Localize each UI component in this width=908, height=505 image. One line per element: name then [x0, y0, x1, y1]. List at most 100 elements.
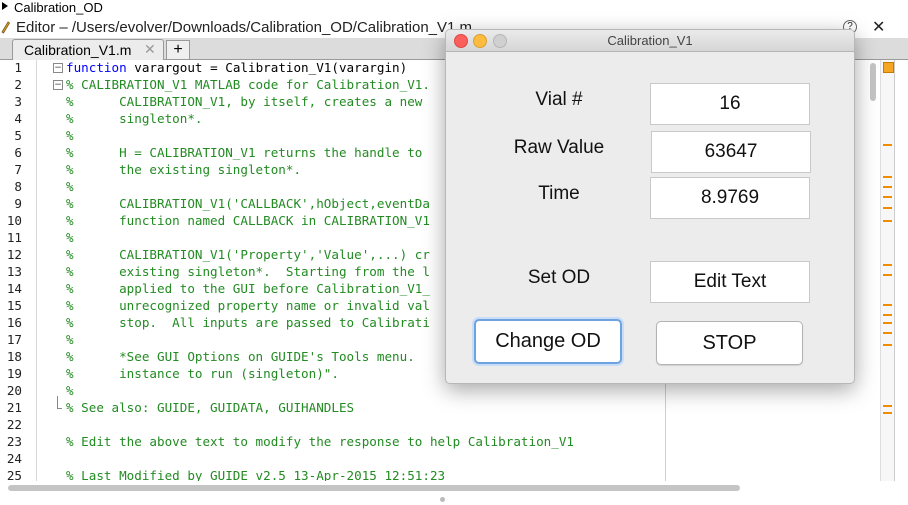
fold-toggle-icon[interactable]: − [53, 63, 63, 73]
line-number: 18 [6, 349, 22, 364]
code-text: % existing singleton*. Starting from the… [66, 264, 430, 279]
set-od-input[interactable]: Edit Text [650, 261, 810, 303]
warning-status-icon[interactable] [883, 62, 894, 73]
warning-marker[interactable] [883, 412, 892, 414]
comment-token: % [66, 179, 74, 194]
calibration-dialog: Calibration_V1 Vial # 16 Raw Value 63647… [445, 29, 855, 384]
code-text: % function named CALLBACK in CALIBRATION… [66, 213, 430, 228]
outer-title-bar: Calibration_OD [0, 0, 908, 16]
comment-token: % CALIBRATION_V1('CALLBACK',hObject,even… [66, 196, 430, 211]
code-text: % *See GUI Options on GUIDE's Tools menu… [66, 349, 415, 364]
comment-token: % Edit the above text to modify the resp… [66, 434, 574, 449]
comment-token: % CALIBRATION_V1('Property','Value',...)… [66, 247, 430, 262]
fold-toggle-icon[interactable]: − [53, 80, 63, 90]
expand-triangle-icon[interactable] [2, 2, 8, 10]
line-number: 19 [6, 366, 22, 381]
code-text: % instance to run (singleton)". [66, 366, 339, 381]
warning-marker[interactable] [883, 144, 892, 146]
line-number: 9 [14, 196, 22, 211]
comment-token: % CALIBRATION_V1, by itself, creates a n… [66, 94, 423, 109]
line-number: 13 [6, 264, 22, 279]
warning-marker[interactable] [883, 220, 892, 222]
resize-handle[interactable] [440, 497, 445, 502]
code-text: % See also: GUIDE, GUIDATA, GUIHANDLES [66, 400, 354, 415]
comment-token: % Last Modified by GUIDE v2.5 13-Apr-201… [66, 468, 446, 481]
line-number: 15 [6, 298, 22, 313]
comment-token: % applied to the GUI before Calibration_… [66, 281, 430, 296]
warning-marker[interactable] [883, 332, 892, 334]
vial-value: 16 [650, 83, 810, 125]
code-text: % CALIBRATION_V1('Property','Value',...)… [66, 247, 430, 262]
code-text: % CALIBRATION_V1, by itself, creates a n… [66, 94, 422, 109]
set-od-label: Set OD [527, 267, 591, 288]
tab-calibration-v1[interactable]: Calibration_V1.m ✕ [12, 39, 164, 60]
comment-token: % unrecognized property name or invalid … [66, 298, 430, 313]
horizontal-scrollbar[interactable] [0, 483, 760, 492]
dialog-title-bar: Calibration_V1 [446, 30, 854, 52]
warning-marker[interactable] [883, 264, 892, 266]
warning-marker[interactable] [883, 176, 892, 178]
line-number: 20 [6, 383, 22, 398]
code-analyzer-strip [880, 60, 894, 481]
vial-label: Vial # [535, 89, 583, 110]
code-text: % [66, 383, 74, 398]
line-number: 22 [6, 417, 22, 432]
raw-value-field: 63647 [651, 131, 811, 173]
comment-token: % function named CALLBACK in CALIBRATION… [66, 213, 430, 228]
comment-token: % H = CALIBRATION_V1 returns the handle … [66, 145, 423, 160]
keyword-token: function [66, 60, 127, 75]
warning-marker[interactable] [883, 344, 892, 346]
side-panel-edge [894, 60, 908, 481]
warning-marker[interactable] [883, 304, 892, 306]
add-tab-button[interactable]: + [166, 40, 190, 60]
line-number: 12 [6, 247, 22, 262]
code-text: % applied to the GUI before Calibration_… [66, 281, 430, 296]
warning-marker[interactable] [883, 405, 892, 407]
close-icon[interactable]: ✕ [872, 17, 885, 37]
line-number: 21 [6, 400, 22, 415]
code-text: % Last Modified by GUIDE v2.5 13-Apr-201… [66, 468, 445, 481]
dialog-title: Calibration_V1 [607, 33, 693, 48]
warning-marker[interactable] [883, 196, 892, 198]
comment-token: % stop. All inputs are passed to Calibra… [66, 315, 430, 330]
pencil-icon [1, 21, 10, 34]
tab-label: Calibration_V1.m [24, 42, 132, 58]
line-number: 8 [14, 179, 22, 194]
code-text: % [66, 332, 74, 347]
vertical-scrollbar[interactable] [866, 60, 880, 481]
code-text: % unrecognized property name or invalid … [66, 298, 430, 313]
code-text: % the existing singleton*. [66, 162, 301, 177]
stop-button[interactable]: STOP [656, 321, 803, 365]
code-text: function varargout = Calibration_V1(vara… [66, 60, 407, 75]
code-text: % CALIBRATION_V1('CALLBACK',hObject,even… [66, 196, 430, 211]
warning-marker[interactable] [883, 274, 892, 276]
comment-token: % [66, 332, 74, 347]
warning-marker[interactable] [883, 322, 892, 324]
horizontal-scroll-thumb[interactable] [8, 485, 740, 491]
line-number: 17 [6, 332, 22, 347]
line-number: 6 [14, 145, 22, 160]
code-text: % H = CALIBRATION_V1 returns the handle … [66, 145, 422, 160]
tab-close-icon[interactable]: ✕ [144, 41, 156, 58]
line-number: 1 [14, 60, 22, 75]
line-number: 4 [14, 111, 22, 126]
line-number: 10 [6, 213, 22, 228]
line-number: 11 [6, 230, 22, 245]
vertical-scroll-thumb[interactable] [870, 63, 876, 101]
outer-title: Calibration_OD [14, 0, 103, 15]
line-number: 14 [6, 281, 22, 296]
warning-marker[interactable] [883, 186, 892, 188]
line-number: 23 [6, 434, 22, 449]
line-number: 3 [14, 94, 22, 109]
line-number: 5 [14, 128, 22, 143]
line-number: 16 [6, 315, 22, 330]
comment-token: % instance to run (singleton)". [66, 366, 339, 381]
comment-token: % *See GUI Options on GUIDE's Tools menu… [66, 349, 415, 364]
code-text: % [66, 179, 74, 194]
code-text: % [66, 128, 74, 143]
change-od-button[interactable]: Change OD [474, 319, 622, 364]
warning-marker[interactable] [883, 207, 892, 209]
gutter-separator [36, 60, 37, 481]
editor-title: Editor – /Users/evolver/Downloads/Calibr… [16, 19, 473, 36]
warning-marker[interactable] [883, 314, 892, 316]
